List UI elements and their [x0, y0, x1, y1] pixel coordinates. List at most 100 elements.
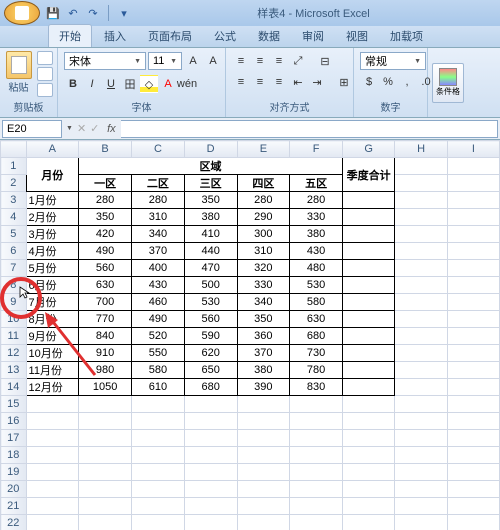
cell-total-14[interactable]: [342, 379, 394, 396]
worksheet-area[interactable]: ABCDEFGHI1月份区域季度合计2一区二区三区四区五区31月份2802803…: [0, 140, 500, 530]
row-header-10[interactable]: 10: [1, 311, 27, 328]
cell-8-3[interactable]: 330: [237, 277, 290, 294]
align-middle-icon[interactable]: ≡: [251, 52, 269, 70]
cell-13-2[interactable]: 650: [184, 362, 237, 379]
cell-month-7[interactable]: 5月份: [26, 260, 79, 277]
cell-9-1[interactable]: 460: [132, 294, 185, 311]
cell-total-12[interactable]: [342, 345, 394, 362]
row-header-8[interactable]: 8: [1, 277, 27, 294]
row-header-18[interactable]: 18: [1, 447, 27, 464]
orientation-icon[interactable]: ⤢: [289, 52, 307, 70]
cell-7-0[interactable]: 560: [79, 260, 132, 277]
conditional-format-button[interactable]: 条件格: [432, 63, 464, 103]
cut-icon[interactable]: [37, 51, 53, 65]
row-header-19[interactable]: 19: [1, 464, 27, 481]
col-header-D[interactable]: D: [184, 141, 237, 158]
undo-icon[interactable]: ↶: [66, 6, 80, 20]
decrease-font-icon[interactable]: A: [204, 52, 222, 70]
cancel-icon[interactable]: ✕: [77, 122, 86, 135]
cell-10-0[interactable]: 770: [79, 311, 132, 328]
cell-11-2[interactable]: 590: [184, 328, 237, 345]
row-header-1[interactable]: 1: [1, 158, 27, 175]
cell-3-3[interactable]: 280: [237, 192, 290, 209]
row-header-5[interactable]: 5: [1, 226, 27, 243]
cell-5-0[interactable]: 420: [79, 226, 132, 243]
row-header-9[interactable]: 9: [1, 294, 27, 311]
cell-8-1[interactable]: 430: [132, 277, 185, 294]
row-header-6[interactable]: 6: [1, 243, 27, 260]
copy-icon[interactable]: [37, 67, 53, 81]
header-region[interactable]: 区域: [79, 158, 343, 175]
cell-5-1[interactable]: 340: [132, 226, 185, 243]
cell-8-4[interactable]: 530: [290, 277, 343, 294]
cell-total-6[interactable]: [342, 243, 394, 260]
cell-3-2[interactable]: 350: [184, 192, 237, 209]
font-name-combo[interactable]: 宋体▼: [64, 52, 146, 70]
cell-month-9[interactable]: 7月份: [26, 294, 79, 311]
row-header-14[interactable]: 14: [1, 379, 27, 396]
paste-button[interactable]: 粘贴: [4, 51, 33, 97]
cell-8-0[interactable]: 630: [79, 277, 132, 294]
col-header-H[interactable]: H: [395, 141, 447, 158]
header-col-2[interactable]: 三区: [184, 175, 237, 192]
decrease-indent-icon[interactable]: ⇤: [289, 73, 307, 91]
currency-icon[interactable]: $: [360, 73, 378, 91]
cell-9-4[interactable]: 580: [290, 294, 343, 311]
align-bottom-icon[interactable]: ≡: [270, 52, 288, 70]
cell-12-0[interactable]: 910: [79, 345, 132, 362]
name-box[interactable]: E20: [2, 120, 62, 138]
cell-month-5[interactable]: 3月份: [26, 226, 79, 243]
row-header-4[interactable]: 4: [1, 209, 27, 226]
comma-icon[interactable]: ,: [398, 73, 416, 91]
number-format-combo[interactable]: 常规▼: [360, 52, 426, 70]
row-header-15[interactable]: 15: [1, 396, 27, 413]
cell-3-4[interactable]: 280: [290, 192, 343, 209]
cell-4-2[interactable]: 380: [184, 209, 237, 226]
row-header-21[interactable]: 21: [1, 498, 27, 515]
fx-icon[interactable]: fx: [103, 121, 119, 137]
font-size-combo[interactable]: 11▼: [148, 52, 182, 70]
cell-7-3[interactable]: 320: [237, 260, 290, 277]
header-month[interactable]: 月份: [26, 158, 79, 192]
cell-total-8[interactable]: [342, 277, 394, 294]
cell-4-0[interactable]: 350: [79, 209, 132, 226]
cell-total-4[interactable]: [342, 209, 394, 226]
row-header-22[interactable]: 22: [1, 515, 27, 530]
row-header-2[interactable]: 2: [1, 175, 27, 192]
cell-14-2[interactable]: 680: [184, 379, 237, 396]
col-header-G[interactable]: G: [342, 141, 394, 158]
cell-total-7[interactable]: [342, 260, 394, 277]
cell-13-4[interactable]: 780: [290, 362, 343, 379]
header-col-1[interactable]: 二区: [132, 175, 185, 192]
cell-4-3[interactable]: 290: [237, 209, 290, 226]
tab-2[interactable]: 页面布局: [138, 25, 202, 47]
cell-6-1[interactable]: 370: [132, 243, 185, 260]
cell-12-3[interactable]: 370: [237, 345, 290, 362]
cell-4-1[interactable]: 310: [132, 209, 185, 226]
col-header-C[interactable]: C: [132, 141, 185, 158]
cell-5-4[interactable]: 380: [290, 226, 343, 243]
row-header-7[interactable]: 7: [1, 260, 27, 277]
cell-10-1[interactable]: 490: [132, 311, 185, 328]
cell-14-1[interactable]: 610: [132, 379, 185, 396]
header-col-3[interactable]: 四区: [237, 175, 290, 192]
wrap-text-button[interactable]: ⊟: [308, 52, 342, 70]
align-left-icon[interactable]: ≡: [232, 73, 250, 91]
cell-total-10[interactable]: [342, 311, 394, 328]
name-box-dropdown-icon[interactable]: ▼: [66, 125, 73, 132]
cell-13-1[interactable]: 580: [132, 362, 185, 379]
cell-12-2[interactable]: 620: [184, 345, 237, 362]
fill-color-button[interactable]: ◇: [140, 75, 158, 93]
cell-month-10[interactable]: 8月份: [26, 311, 79, 328]
tab-1[interactable]: 插入: [94, 25, 136, 47]
format-painter-icon[interactable]: [37, 83, 53, 97]
increase-indent-icon[interactable]: ⇥: [308, 73, 326, 91]
border-button[interactable]: 田: [121, 75, 139, 93]
row-header-12[interactable]: 12: [1, 345, 27, 362]
col-header-F[interactable]: F: [290, 141, 343, 158]
cell-month-12[interactable]: 10月份: [26, 345, 79, 362]
cell-5-2[interactable]: 410: [184, 226, 237, 243]
formula-input[interactable]: [121, 120, 498, 138]
cell-month-11[interactable]: 9月份: [26, 328, 79, 345]
align-top-icon[interactable]: ≡: [232, 52, 250, 70]
